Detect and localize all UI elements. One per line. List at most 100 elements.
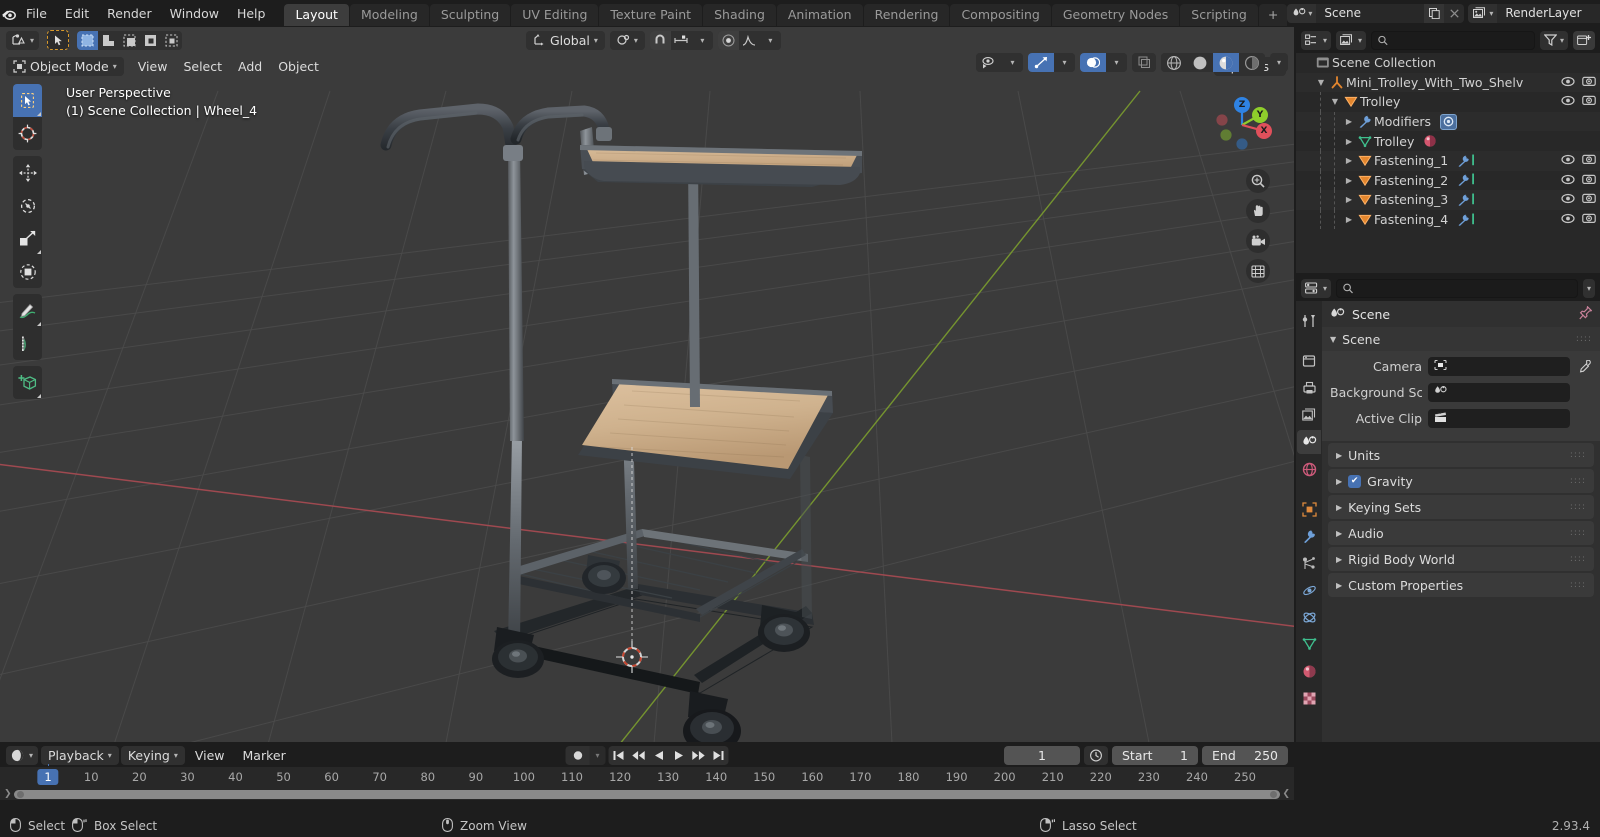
camera-render-icon[interactable] <box>1582 153 1596 168</box>
workspace-tab-modeling[interactable]: Modeling <box>349 4 429 26</box>
snap-target-dropdown[interactable]: ▾ <box>609 30 645 50</box>
close-icon[interactable] <box>1444 3 1465 23</box>
viewport-menu-view[interactable]: View <box>130 56 176 77</box>
property-row[interactable]: Camera <box>1330 355 1592 378</box>
select-intersect-icon[interactable] <box>161 30 183 50</box>
disclosure-triangle[interactable]: ▶ <box>1336 555 1342 564</box>
chevron-down-icon[interactable]: ▾ <box>691 30 713 50</box>
eye-icon[interactable] <box>1561 173 1575 188</box>
viewport-nav-gizmos[interactable]: Z Y X <box>1204 87 1284 283</box>
material-preview-icon[interactable] <box>1213 53 1239 72</box>
overlay-toggle-group[interactable]: ▾ <box>1080 53 1127 72</box>
camera-render-icon[interactable] <box>1582 173 1596 188</box>
tool-transform[interactable] <box>13 255 42 288</box>
eye-icon[interactable] <box>1561 192 1575 207</box>
select-subtract-icon[interactable] <box>119 30 141 50</box>
menu-edit[interactable]: Edit <box>56 3 98 24</box>
record-group[interactable]: ▾ <box>565 746 606 765</box>
gizmo-toggle-group[interactable]: ▾ <box>1028 53 1075 72</box>
scene-panel-fields[interactable]: Camera Background Sce... Active Clip <box>1322 351 1600 441</box>
properties-search-box[interactable] <box>1336 278 1578 298</box>
playback-controls[interactable]: ▾ <box>565 746 729 765</box>
property-row[interactable]: Background Sce... <box>1330 381 1592 404</box>
prop-tab-scene[interactable] <box>1297 430 1321 454</box>
rendered-icon[interactable] <box>1239 53 1265 72</box>
panel-header-gravity[interactable]: ▶ ✔ Gravity:::: <box>1328 469 1594 493</box>
modifier-icon[interactable] <box>1440 113 1458 130</box>
prop-tab-output[interactable] <box>1297 376 1321 400</box>
chevron-down-icon[interactable]: ▾ <box>1582 278 1595 298</box>
property-row[interactable]: Active Clip <box>1330 407 1592 430</box>
panel-header-rigid-body-world[interactable]: ▶ Rigid Body World:::: <box>1328 547 1594 571</box>
outliner-display-mode-icon[interactable]: ▾ <box>1301 30 1332 50</box>
scene-selector[interactable]: ▾ Scene <box>1287 3 1465 23</box>
disclosure-triangle[interactable]: ▶ <box>1342 176 1356 185</box>
transform-orientation-dropdown[interactable]: Global ▾ <box>526 30 605 50</box>
property-value-field[interactable] <box>1428 383 1570 402</box>
navigation-gizmo[interactable]: Z Y X <box>1204 87 1280 163</box>
outliner-row[interactable]: ▶ Fastening_2 ▎ <box>1296 170 1600 191</box>
scene-panel-header[interactable]: ▼ Scene :::: <box>1322 327 1600 351</box>
workspace-tab-uv-editing[interactable]: UV Editing <box>511 4 599 26</box>
xray-toggle-icon[interactable] <box>1132 53 1156 72</box>
material-sphere-icon[interactable] <box>1423 134 1437 148</box>
properties-tab-column[interactable] <box>1296 301 1322 742</box>
eye-icon[interactable] <box>1561 75 1575 90</box>
wrench-icon[interactable]: ▎ <box>1457 194 1479 206</box>
timeline-menu-playback[interactable]: Playback ▾ <box>41 746 119 765</box>
panel-header-keying-sets[interactable]: ▶ Keying Sets:::: <box>1328 495 1594 519</box>
falloff-curve-icon[interactable] <box>738 30 760 50</box>
eye-icon[interactable] <box>1561 153 1575 168</box>
properties-search-input[interactable] <box>1358 281 1571 295</box>
outliner-row[interactable]: ▶ Fastening_4 ▎ <box>1296 209 1600 230</box>
menu-render[interactable]: Render <box>98 3 161 24</box>
3d-viewport[interactable]: ▾ Global ▾ ▾ ▾ ▾ ▾ ▾ ▾ ▾ Object Mode ▾ V… <box>0 27 1294 742</box>
wrench-icon[interactable]: ▎ <box>1457 155 1479 167</box>
ortho-persp-icon[interactable] <box>1246 259 1270 283</box>
outliner-editor[interactable]: ▾ ▾ ▾ Scene Collection ▼ Mini_Trolley_With… <box>1296 27 1600 273</box>
disclosure-triangle[interactable]: ▶ <box>1342 117 1356 126</box>
tool-scale[interactable] <box>13 222 42 255</box>
proportional-edit-group[interactable]: ▾ <box>717 30 781 50</box>
disclosure-triangle[interactable]: ▶ <box>1342 215 1356 224</box>
prop-tab-constraints[interactable] <box>1297 605 1321 629</box>
disclosure-triangle[interactable]: ▶ <box>1336 503 1342 512</box>
prop-tab-view-layer[interactable] <box>1297 403 1321 427</box>
eye-icon[interactable] <box>1561 212 1575 227</box>
tool-cursor[interactable] <box>13 117 42 150</box>
tool-annotate[interactable] <box>13 294 42 327</box>
disclosure-triangle[interactable]: ▼ <box>1314 78 1328 87</box>
eyedropper-icon[interactable] <box>1576 360 1592 373</box>
gizmo-axis-x[interactable]: X <box>1256 123 1272 139</box>
hand-pan-icon[interactable] <box>1246 199 1270 223</box>
editor-type-3dview-icon[interactable]: ▾ <box>6 30 40 50</box>
transport-buttons[interactable] <box>608 746 729 765</box>
tool-move[interactable] <box>13 156 42 189</box>
snap-group[interactable]: ▾ <box>649 30 713 50</box>
outliner-row[interactable]: ▶ Fastening_3 ▎ <box>1296 190 1600 210</box>
outliner-tree[interactable]: Scene Collection ▼ Mini_Trolley_With_Two_S… <box>1296 53 1600 230</box>
viewport-toolbar[interactable] <box>13 84 42 405</box>
scrollbar-knob-left[interactable] <box>16 790 24 798</box>
panel-header-units[interactable]: ▶ Units:::: <box>1328 443 1594 467</box>
outliner-row[interactable]: ▶ Trolley <box>1296 131 1600 151</box>
zoom-icon[interactable] <box>1246 169 1270 193</box>
workspace-tab-shading[interactable]: Shading <box>703 4 776 26</box>
outliner-row[interactable]: ▼ Trolley <box>1296 92 1600 112</box>
filter-funnel-icon[interactable]: ▾ <box>1539 30 1568 50</box>
disclosure-triangle[interactable]: ▶ <box>1342 137 1356 146</box>
select-invert-icon[interactable] <box>140 30 162 50</box>
prop-tab-tool[interactable] <box>1297 309 1321 333</box>
outliner-row[interactable]: Scene Collection <box>1296 53 1600 73</box>
proportional-edit-icon[interactable] <box>717 30 739 50</box>
chevron-right-icon[interactable]: ❯ <box>4 789 12 799</box>
outliner-filter-id-icon[interactable]: ▾ <box>1336 30 1367 50</box>
menu-help[interactable]: Help <box>228 3 275 24</box>
frame-range-controls[interactable]: 1 Start 1 End 250 <box>1004 746 1288 765</box>
properties-editor[interactable]: ▾ ▾ Scene ▼ Scene:::: Camera Background… <box>1296 275 1600 742</box>
tool-add-cube[interactable] <box>13 366 42 399</box>
wrench-icon[interactable]: ▎ <box>1457 214 1479 226</box>
disclosure-triangle[interactable]: ▶ <box>1342 156 1356 165</box>
workspace-tab-layout[interactable]: Layout <box>284 4 349 26</box>
panel-header-custom-properties[interactable]: ▶ Custom Properties:::: <box>1328 573 1594 597</box>
